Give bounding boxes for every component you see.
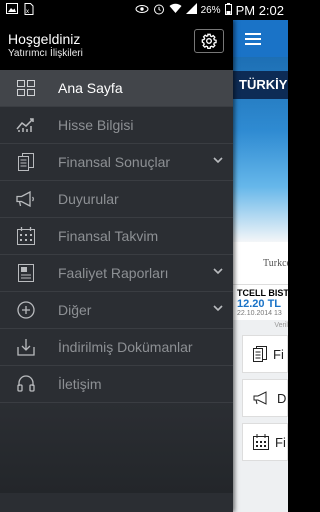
alarm-icon: [153, 3, 165, 18]
drawer-empty-area: [0, 403, 233, 493]
hamburger-menu-icon[interactable]: [245, 32, 261, 45]
menu-item-label: Hisse Bilgisi: [58, 117, 134, 133]
menu-item-other[interactable]: Diğer: [0, 292, 233, 329]
tile-announcements[interactable]: D: [242, 379, 288, 417]
status-bar: x 26% PM 2:02: [0, 0, 288, 20]
tile-financial-calendar[interactable]: Fi: [242, 423, 288, 461]
eye-icon: [135, 4, 149, 17]
menu-item-label: Duyurular: [58, 191, 119, 207]
calendar-icon: [253, 434, 269, 450]
image-notification-icon: [6, 3, 18, 17]
menu-item-label: Faaliyet Raporları: [58, 265, 169, 281]
signal-icon: [185, 3, 197, 17]
document-icon: [14, 152, 38, 172]
download-icon: [14, 337, 38, 357]
menu-item-downloaded-documents[interactable]: İndirilmiş Dokümanlar: [0, 329, 233, 366]
tile-label: Fi: [273, 346, 284, 362]
menu-item-financial-results[interactable]: Finansal Sonuçlar: [0, 144, 233, 181]
report-icon: [14, 263, 38, 283]
tile-label: D: [277, 390, 287, 406]
clock: PM 2:02: [235, 2, 284, 18]
tile-financial-results[interactable]: Fi: [242, 335, 288, 373]
menu-item-label: İletişim: [58, 376, 102, 392]
settings-button[interactable]: [194, 29, 224, 53]
menu-item-home[interactable]: Ana Sayfa: [0, 70, 233, 107]
navigation-drawer: Hoşgeldiniz Yatırımcı İlişkileri Ana Say…: [0, 20, 233, 512]
menu-item-annual-reports[interactable]: Faaliyet Raporları: [0, 255, 233, 292]
data-source-note: Veril: [274, 322, 288, 329]
svg-text:x: x: [26, 9, 29, 15]
megaphone-icon: [14, 189, 38, 209]
banner-image[interactable]: TÜRKİYE'N: [233, 57, 288, 242]
megaphone-icon: [253, 391, 267, 405]
menu-item-financial-calendar[interactable]: Finansal Takvim: [0, 218, 233, 255]
plus-circle-icon: [14, 300, 38, 320]
calendar-icon: [14, 226, 38, 246]
battery-percent: 26%: [200, 4, 221, 16]
stock-date: 22.10.2014 13: [237, 310, 282, 317]
menu-item-label: Ana Sayfa: [58, 80, 123, 96]
battery-icon: [224, 2, 232, 18]
document-icon: [253, 346, 267, 362]
background-app: TÜRKİYE'N Turkce TCELL BIST 12.20 TL 22.…: [233, 20, 288, 512]
stock-price: 12.20 TL: [237, 298, 282, 310]
tile-label: Fi: [275, 434, 286, 450]
menu-item-stock-info[interactable]: Hisse Bilgisi: [0, 107, 233, 144]
wifi-icon: [169, 3, 182, 17]
chevron-down-icon[interactable]: [213, 157, 223, 164]
drawer-menu: Ana Sayfa Hisse Bilgisi Finansal Sonuçla…: [0, 70, 233, 403]
menu-item-label: Diğer: [58, 302, 92, 318]
menu-item-label: İndirilmiş Dokümanlar: [58, 339, 193, 355]
menu-item-announcements[interactable]: Duyurular: [0, 181, 233, 218]
chevron-down-icon[interactable]: [213, 268, 223, 275]
menu-item-label: Finansal Takvim: [58, 228, 159, 244]
chevron-down-icon[interactable]: [213, 305, 223, 312]
gear-icon: [201, 33, 217, 49]
stock-chart-icon: [14, 115, 38, 135]
drawer-header: Hoşgeldiniz Yatırımcı İlişkileri: [0, 20, 233, 70]
menu-item-label: Finansal Sonuçlar: [58, 154, 171, 170]
stock-card[interactable]: TCELL BIST 12.20 TL 22.10.2014 13: [233, 284, 288, 320]
headset-icon: [14, 374, 38, 394]
grid-icon: [14, 78, 38, 98]
stock-name: TCELL BIST: [237, 288, 288, 298]
file-notification-icon: x: [24, 2, 34, 18]
banner-text: TÜRKİYE'N: [233, 71, 288, 99]
app-toolbar: [233, 20, 288, 57]
menu-item-contact[interactable]: İletişim: [0, 366, 233, 403]
language-label[interactable]: Turkce: [233, 242, 288, 284]
